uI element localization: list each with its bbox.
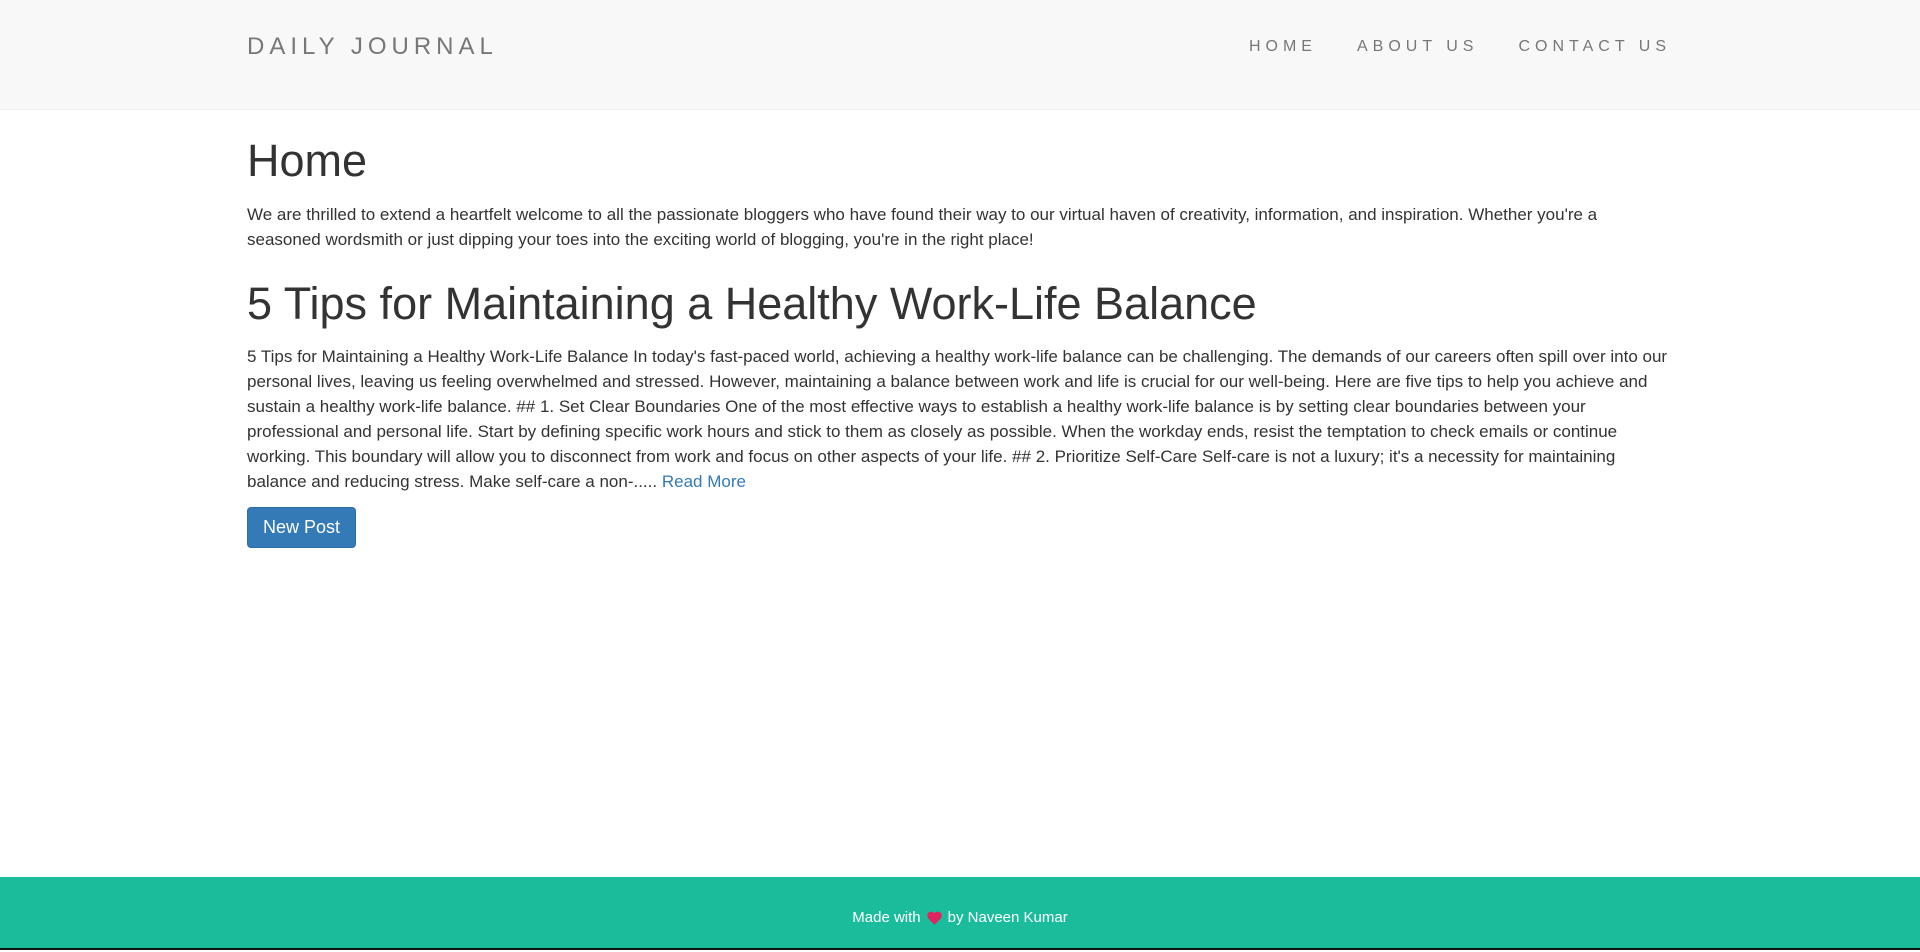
footer: Made with by Naveen Kumar	[0, 877, 1920, 950]
read-more-link[interactable]: Read More	[662, 472, 746, 491]
footer-credit: Made with by Naveen Kumar	[852, 877, 1067, 926]
page-title: Home	[247, 135, 368, 186]
nav-link-about-us[interactable]: ABOUT US	[1357, 38, 1479, 56]
footer-author: by Naveen Kumar	[947, 909, 1068, 926]
post-excerpt: 5 Tips for Maintaining a Healthy Work-Li…	[247, 347, 1668, 491]
nav-link-contact-us[interactable]: CONTACT US	[1518, 38, 1671, 56]
navbar: DAILY JOURNAL HOME ABOUT US CONTACT US	[0, 0, 1920, 110]
nav-links: HOME ABOUT US CONTACT US	[1249, 38, 1671, 56]
new-post-button[interactable]: New Post	[247, 507, 357, 548]
main-content: Home We are thrilled to extend a heartfe…	[247, 110, 1672, 548]
heart-icon	[926, 911, 942, 925]
footer-made-with: Made with	[852, 909, 921, 926]
brand-logo-link[interactable]: DAILY JOURNAL	[247, 33, 498, 61]
post-excerpt-paragraph: 5 Tips for Maintaining a Healthy Work-Li…	[247, 344, 1672, 494]
nav-link-home[interactable]: HOME	[1249, 38, 1317, 56]
post-title: 5 Tips for Maintaining a Healthy Work-Li…	[247, 277, 1257, 329]
home-intro-text: We are thrilled to extend a heartfelt we…	[247, 204, 1598, 249]
